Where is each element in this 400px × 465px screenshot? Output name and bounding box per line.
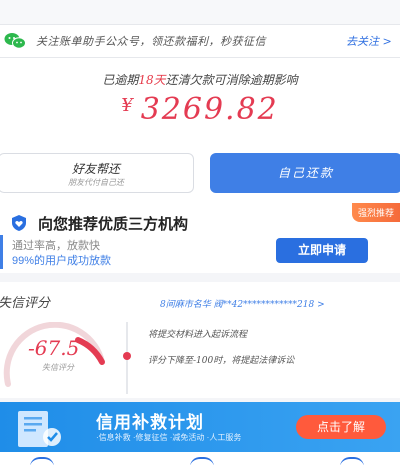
currency-symbol: ¥ [121,95,135,116]
follow-link[interactable]: 去关注 > [346,33,392,49]
friend-help-sub: 朋友代付自己还 [68,178,124,187]
score-label: 失信评分 [42,363,74,372]
overdue-tip: 已逾期18天还清欠款可消除逾期影响 [0,71,400,88]
overdue-tip-prefix: 已逾期 [102,73,139,87]
overdue-days: 18天 [138,73,166,87]
banner-sub: ·信息补救 ·修复征信 ·减免活动 ·人工服务 [96,433,242,442]
tab-icon-2[interactable] [190,457,214,465]
recommend-card: 强烈推荐 向您推荐优质三方机构 通过率高，放款快 99%的用户成功放款 立即申请 [0,203,400,273]
credit-title: 失信评分 [0,296,51,311]
notice-card[interactable]: 关注账单助手公众号，领还款福利，秒获征信 去关注 > [0,24,400,58]
recommend-sub: 通过率高，放款快 [12,240,100,252]
timeline-step-1: 将提交材料进入起诉流程 [148,330,248,340]
score-value: -67.5 [28,336,80,360]
overdue-tip-suffix: 还清欠款可消除逾期影响 [165,73,298,87]
self-repay-button[interactable]: 自己还款 [210,153,400,193]
recommend-title: 向您推荐优质三方机构 [38,216,189,233]
credit-score-section: 失信评分 8间麻市名华 阀**42************218 > -67.5… [0,282,400,398]
document-icon [18,411,61,447]
friend-help-label: 好友帮还 [71,162,120,176]
overdue-amount: ¥3269.82 [0,92,400,127]
notice-text: 关注账单助手公众号，领还款福利，秒获征信 [36,35,266,48]
timeline-step-2: 评分下降至-100时，将提起法律诉讼 [148,356,295,366]
bottom-tab-bar [0,452,400,465]
apply-now-button[interactable]: 立即申请 [276,238,368,263]
timeline-marker [123,352,131,360]
amount-value: 3269.82 [140,92,279,127]
recommend-badge: 强烈推荐 [351,203,400,222]
recommend-accent-bar [0,235,3,269]
loan-info-link[interactable]: 8间麻市名华 阀**42************218 > [160,297,325,310]
shield-heart-icon [12,215,26,231]
wechat-icon [4,33,26,49]
rescue-banner[interactable]: 信用补救计划 ·信息补救 ·修复征信 ·减免活动 ·人工服务 点击了解 [0,402,400,452]
tab-icon-3[interactable] [340,457,364,465]
friend-help-button[interactable]: 好友帮还 朋友代付自己还 [0,153,194,193]
learn-more-button[interactable]: 点击了解 [296,415,386,439]
recommend-rate: 99%的用户成功放款 [12,255,112,267]
tab-icon-1[interactable] [30,457,54,465]
banner-title: 信用补救计划 [96,413,204,432]
